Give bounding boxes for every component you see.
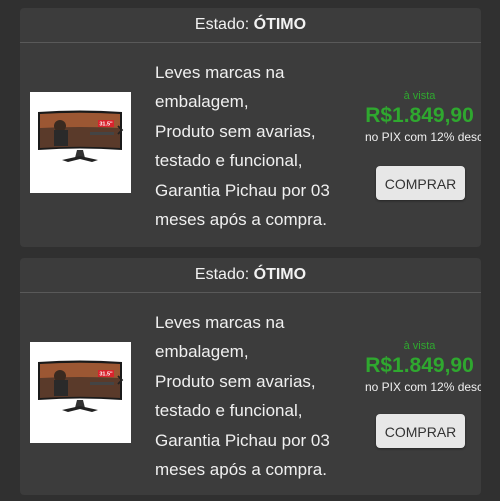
condition-value: ÓTIMO <box>253 16 307 33</box>
monitor-illustration: 31.5" <box>38 360 124 412</box>
listing-card-1: Estado: ÓTIMO 31.5" Leves marcas na emba… <box>20 8 481 247</box>
condition-label: Estado: <box>194 16 250 33</box>
price-caption: à vista <box>403 90 436 102</box>
payment-note: no PIX com 12% desc <box>365 380 481 394</box>
price-caption: à vista <box>403 340 436 352</box>
description-line: meses após a compra. <box>155 210 327 230</box>
description-line: testado e funcional, <box>155 151 303 171</box>
condition-value: ÓTIMO <box>253 266 307 283</box>
condition-header: Estado: ÓTIMO <box>20 258 481 293</box>
description-line: embalagem, <box>155 342 249 362</box>
buy-button[interactable]: COMPRAR <box>376 414 465 448</box>
price-value: R$1.849,90 <box>365 354 474 377</box>
price-value: R$1.849,90 <box>365 104 474 127</box>
product-image[interactable]: 31.5" <box>30 92 131 193</box>
description-line: Garantia Pichau por 03 <box>155 430 330 450</box>
description-line: Leves marcas na <box>155 313 285 332</box>
product-description: Leves marcas na embalagem, Produto sem a… <box>155 58 355 234</box>
description-line: testado e funcional, <box>155 401 303 421</box>
size-badge: 31.5" <box>99 122 113 128</box>
buy-button[interactable]: COMPRAR <box>376 166 465 200</box>
description-line: Leves marcas na <box>155 63 285 82</box>
price-block: à vista R$1.849,90 no PIX com 12% desc <box>358 90 481 146</box>
listing-card-2: Estado: ÓTIMO 31.5" Leves marcas na emba… <box>20 258 481 495</box>
description-line: meses após a compra. <box>155 460 327 480</box>
condition-header: Estado: ÓTIMO <box>20 8 481 43</box>
description-line: Garantia Pichau por 03 <box>155 180 330 200</box>
product-description: Leves marcas na embalagem, Produto sem a… <box>155 308 355 484</box>
price-block: à vista R$1.849,90 no PIX com 12% desc <box>358 340 481 396</box>
monitor-illustration: 31.5" <box>38 110 124 162</box>
payment-note: no PIX com 12% desc <box>365 130 481 144</box>
condition-label: Estado: <box>194 266 250 283</box>
description-line: Produto sem avarias, <box>155 371 316 391</box>
size-badge: 31.5" <box>99 372 113 378</box>
description-line: embalagem, <box>155 92 249 112</box>
description-line: Produto sem avarias, <box>155 121 316 141</box>
product-image[interactable]: 31.5" <box>30 342 131 443</box>
